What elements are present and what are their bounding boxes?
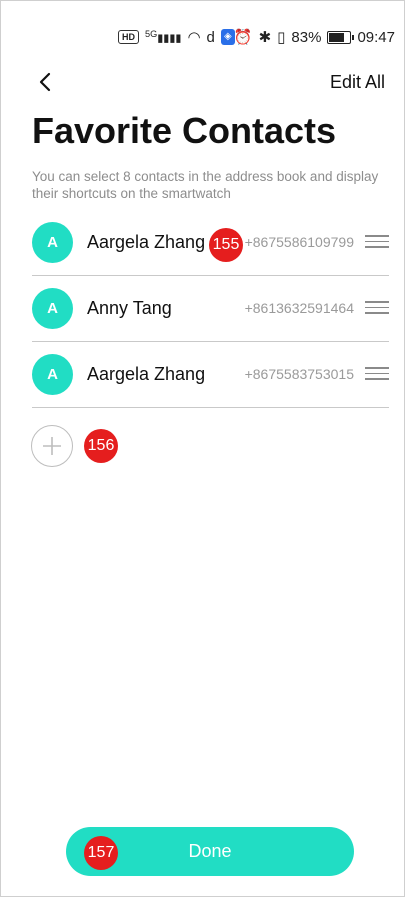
add-contact-button[interactable] — [31, 425, 73, 467]
battery-percent: 83% — [291, 28, 322, 46]
avatar: A — [32, 288, 73, 329]
contact-name: Anny Tang — [87, 298, 172, 318]
back-button[interactable] — [34, 70, 58, 94]
page-subtitle: You can select 8 contacts in the address… — [32, 169, 379, 201]
edit-all-button[interactable]: Edit All — [330, 72, 385, 93]
contact-row[interactable]: A Anny Tang +8613632591464 — [32, 276, 389, 342]
wifi-icon: ◠ — [187, 29, 201, 46]
drag-handle-icon[interactable] — [365, 235, 389, 249]
plus-icon — [43, 437, 61, 455]
status-right: ⏰ ✱ ▯ 83% 09:47 — [233, 28, 395, 47]
sync-icon: d — [206, 28, 215, 46]
battery-icon — [327, 30, 355, 44]
contact-name: Aargela Zhang — [87, 232, 206, 252]
vibrate-icon: ▯ — [277, 29, 286, 46]
annotation-badge-157: 157 — [84, 836, 118, 870]
annotation-badge-155: 155 — [209, 228, 243, 262]
hd-icon: HD — [118, 30, 139, 44]
clock-time: 09:47 — [357, 28, 395, 46]
contact-row[interactable]: A Aargela Zhang +8675583753015 — [32, 342, 389, 408]
contact-name: Aargela Zhang — [87, 364, 206, 384]
page-title: Favorite Contacts — [32, 110, 337, 151]
annotation-badge-156: 156 — [84, 429, 118, 463]
contact-phone: +8675586109799 — [244, 234, 354, 250]
bluetooth-icon: ✱ — [258, 29, 272, 46]
chevron-left-icon — [39, 72, 51, 92]
avatar: A — [32, 222, 73, 263]
network-label: 5G — [145, 29, 158, 40]
drag-handle-icon[interactable] — [365, 367, 389, 381]
contact-phone: +8675583753015 — [244, 366, 354, 382]
contact-phone: +8613632591464 — [244, 300, 354, 316]
drag-handle-icon[interactable] — [365, 301, 389, 315]
shield-icon: ◈ — [220, 29, 235, 45]
status-bar: HD 5G▮▮▮▮ ◠ d ◈ ⏰ ✱ ▯ 83% 09:47 — [0, 28, 407, 52]
alarm-icon: ⏰ — [233, 29, 253, 46]
signal-icon: 5G▮▮▮▮ — [145, 29, 182, 45]
avatar: A — [32, 354, 73, 395]
status-left: HD 5G▮▮▮▮ ◠ d ◈ — [118, 28, 235, 46]
